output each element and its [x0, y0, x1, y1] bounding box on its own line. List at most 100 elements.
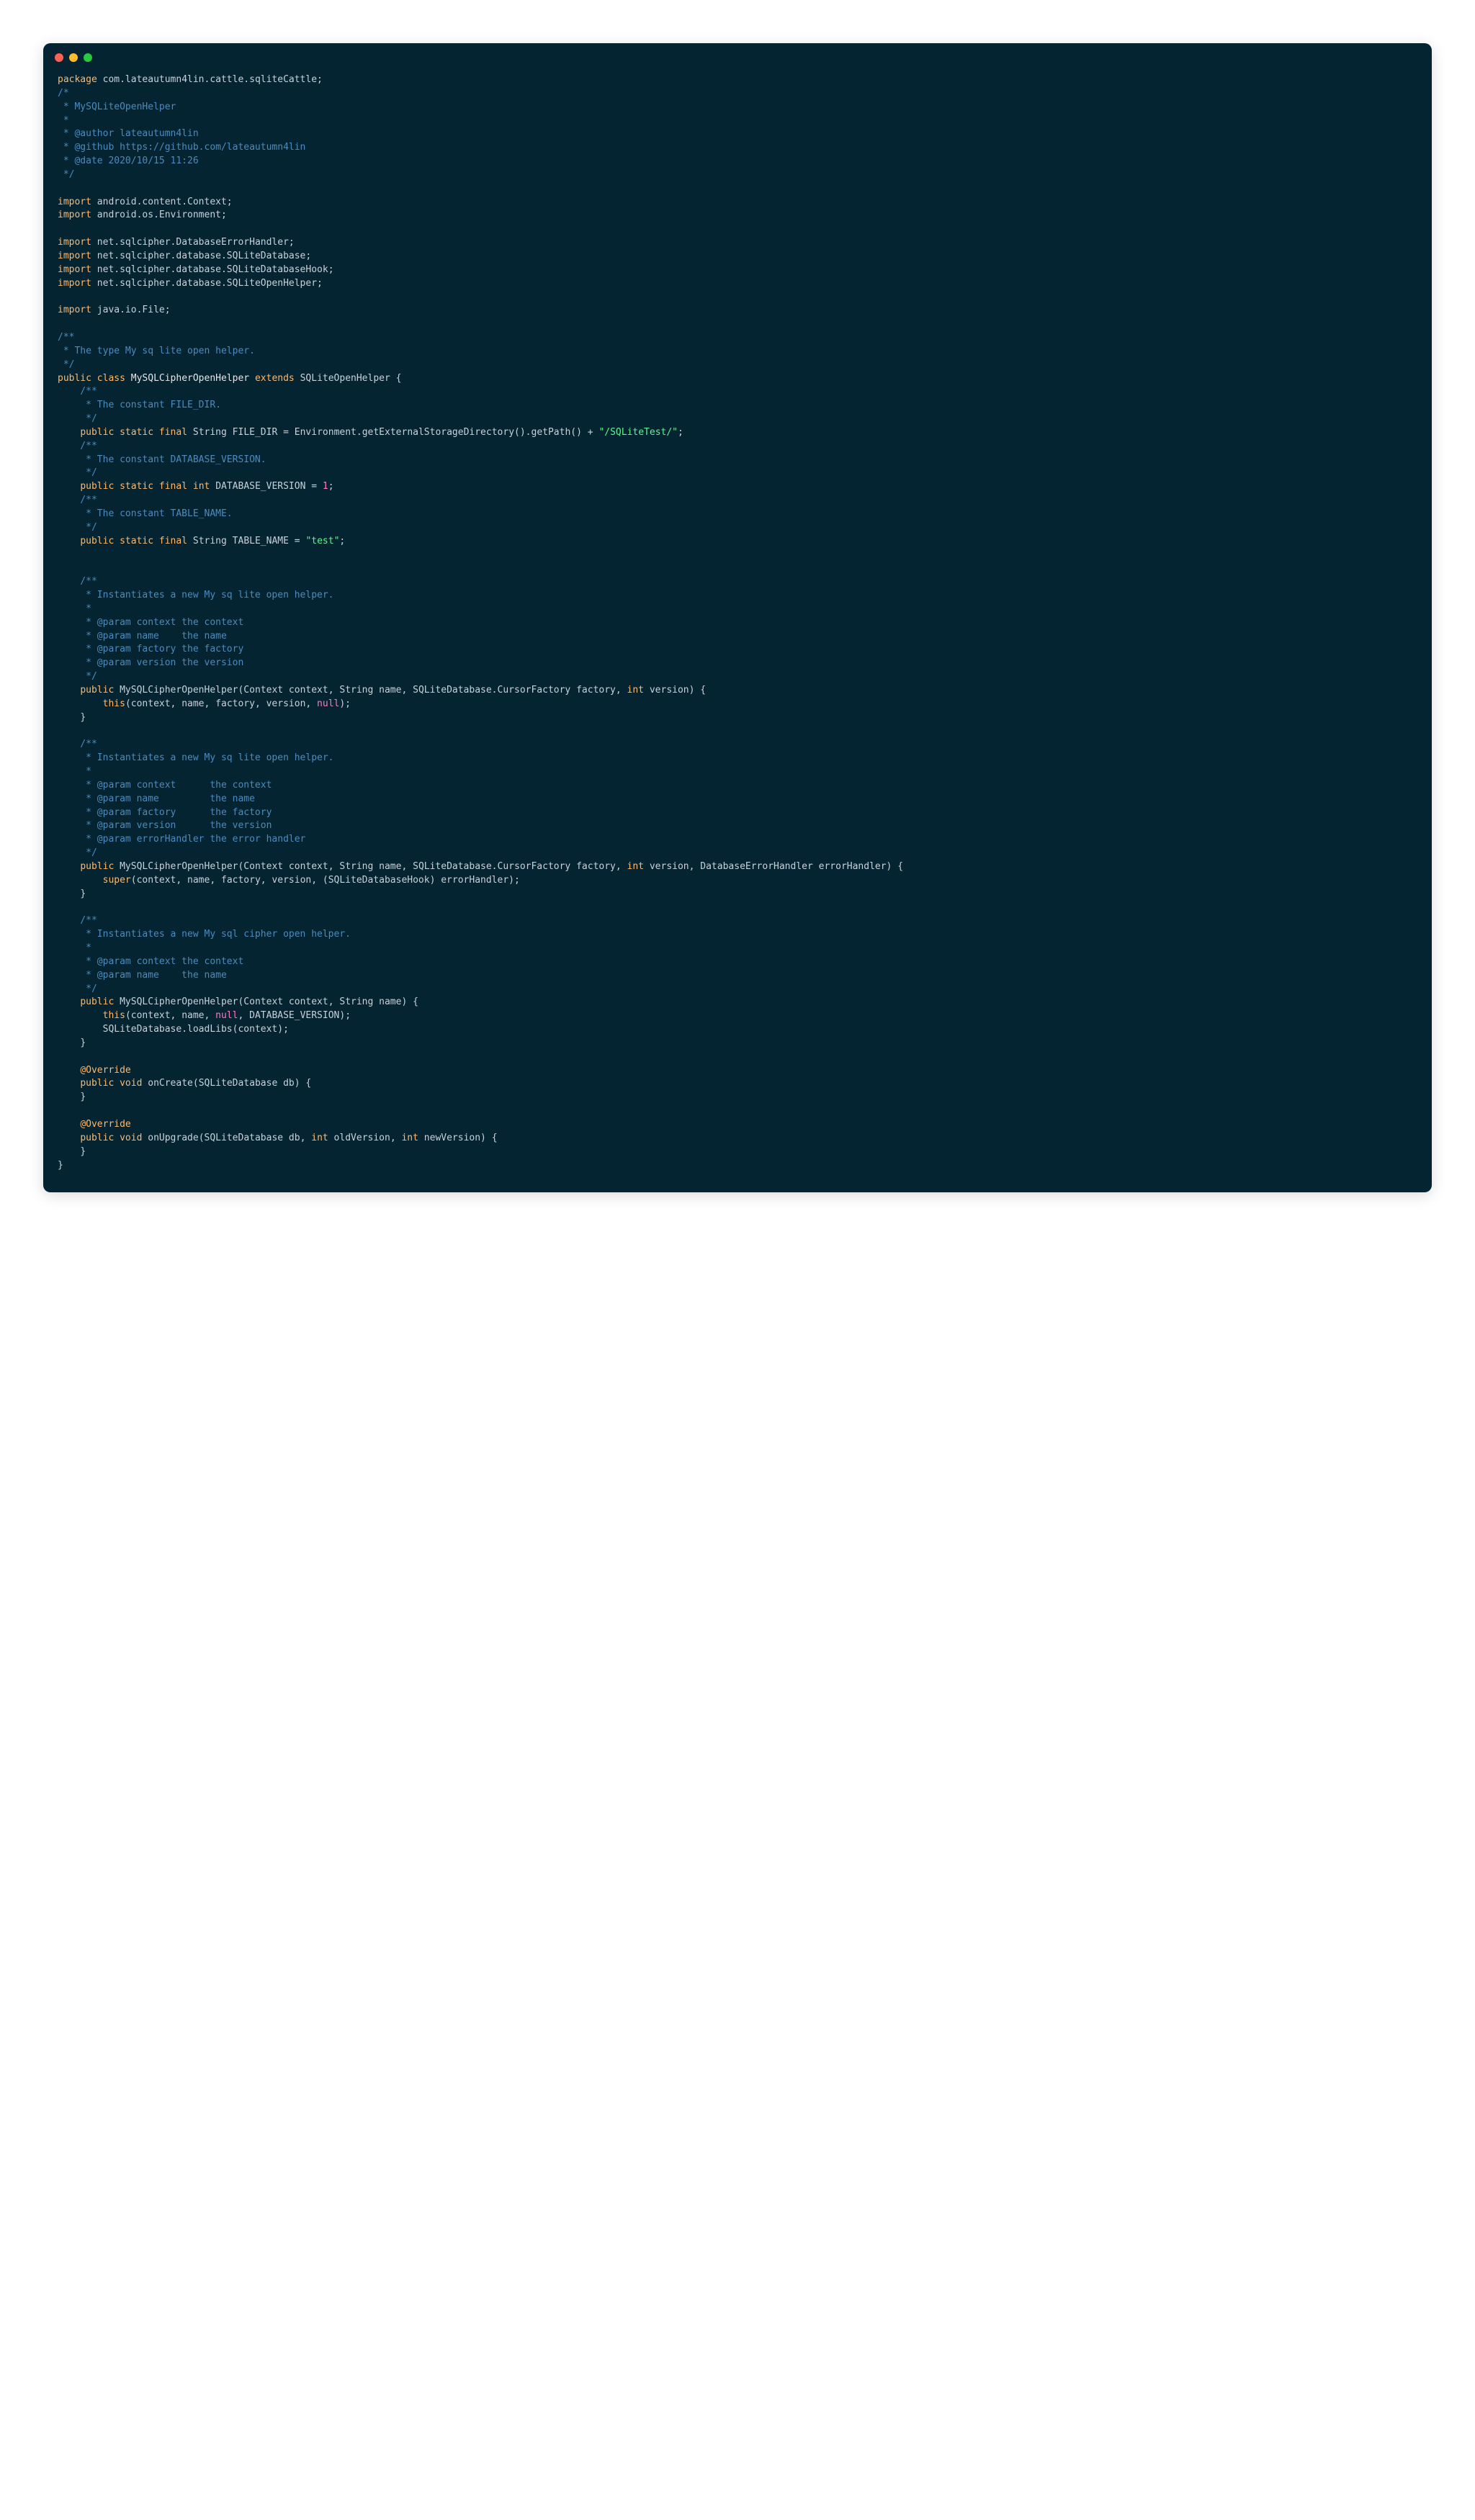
comment: * The constant DATABASE_VERSION. [58, 454, 266, 465]
brace: } [80, 1146, 86, 1157]
comment: * [58, 115, 69, 126]
eq: = [283, 427, 289, 438]
brace: } [80, 888, 86, 899]
comment: * MySQLiteOpenHelper [58, 102, 176, 112]
comment: /** [58, 332, 74, 343]
kw-static: static [120, 481, 153, 492]
kw-super: super [103, 875, 131, 886]
kw-public: public [80, 481, 114, 492]
comment: * @param name the name [58, 631, 227, 642]
kw-public: public [80, 996, 114, 1007]
type-int: int [401, 1133, 418, 1143]
import: net.sqlcipher.database.SQLiteDatabase; [97, 251, 311, 261]
super-class: SQLiteOpenHelper [300, 373, 390, 384]
comment: */ [58, 847, 97, 858]
const-name: FILE_DIR [233, 427, 278, 438]
kw-public: public [58, 373, 91, 384]
kw-final: final [159, 427, 187, 438]
comment: * [58, 942, 91, 953]
comment: * @param name the name [58, 970, 227, 981]
comment: * The constant FILE_DIR. [58, 400, 221, 410]
null-literal: null [317, 698, 339, 709]
kw-void: void [120, 1133, 142, 1143]
kw-import: import [58, 264, 91, 275]
params: (Context context, String name, SQLiteDat… [238, 685, 627, 696]
comment: * The type My sq lite open helper. [58, 346, 255, 356]
kw-extends: extends [255, 373, 295, 384]
comment: */ [58, 169, 74, 180]
maximize-icon[interactable] [84, 53, 92, 62]
comment: /* [58, 88, 69, 99]
params: (Context context, String name, SQLiteDat… [238, 861, 627, 872]
comment: */ [58, 522, 97, 533]
import: java.io.File; [97, 305, 171, 315]
kw-public: public [80, 1133, 114, 1143]
minimize-icon[interactable] [69, 53, 78, 62]
comment: /** [58, 441, 97, 451]
comment: /** [58, 495, 97, 505]
kw-final: final [159, 481, 187, 492]
comment: */ [58, 413, 97, 424]
params: version) { [644, 685, 706, 696]
comment: * @param name the name [58, 793, 255, 804]
kw-import: import [58, 210, 91, 220]
comment: * @param errorHandler the error handler [58, 834, 305, 845]
kw-public: public [80, 685, 114, 696]
string-literal: "/SQLiteTest/" [598, 427, 678, 438]
comment: * @github https://github.com/lateautumn4… [58, 142, 305, 153]
kw-void: void [120, 1078, 142, 1089]
window-titlebar [43, 43, 1432, 66]
comment: * @param context the context [58, 780, 272, 791]
comment: * @param context the context [58, 956, 243, 967]
kw-import: import [58, 237, 91, 248]
params: oldVersion, [328, 1133, 402, 1143]
comment: */ [58, 359, 74, 370]
brace: { [396, 373, 402, 384]
call: SQLiteDatabase.loadLibs(context); [103, 1024, 289, 1035]
call-end: , DATABASE_VERSION); [238, 1010, 351, 1021]
comment: /** [58, 739, 97, 750]
comment: * Instantiates a new My sql cipher open … [58, 929, 351, 940]
ctor-name: MySQLCipherOpenHelper [120, 861, 238, 872]
type-string: String [193, 427, 227, 438]
ctor-name: MySQLCipherOpenHelper [120, 996, 238, 1007]
kw-import: import [58, 278, 91, 289]
type-int: int [193, 481, 210, 492]
type-int: int [627, 685, 644, 696]
expr: Environment.getExternalStorageDirectory(… [295, 427, 593, 438]
semicolon: ; [328, 481, 334, 492]
kw-static: static [120, 427, 153, 438]
kw-public: public [80, 1078, 114, 1089]
kw-final: final [159, 536, 187, 546]
params: version, DatabaseErrorHandler errorHandl… [644, 861, 903, 872]
type-string: String [193, 536, 227, 546]
kw-package: package [58, 74, 97, 85]
close-icon[interactable] [55, 53, 63, 62]
import: net.sqlcipher.database.SQLiteOpenHelper; [97, 278, 323, 289]
code-window: package com.lateautumn4lin.cattle.sqlite… [43, 43, 1432, 1192]
import: android.content.Context; [97, 197, 233, 207]
kw-import: import [58, 197, 91, 207]
eq: = [311, 481, 317, 492]
comment: * @param factory the factory [58, 644, 243, 654]
comment: /** [58, 915, 97, 926]
comment: * @param context the context [58, 617, 243, 628]
comment: * [58, 766, 91, 777]
method-name: onCreate [148, 1078, 193, 1089]
kw-public: public [80, 861, 114, 872]
null-literal: null [215, 1010, 238, 1021]
annotation: @Override [80, 1065, 130, 1076]
semicolon: ; [339, 536, 345, 546]
comment: */ [58, 671, 97, 682]
comment: * Instantiates a new My sq lite open hel… [58, 590, 334, 600]
ctor-name: MySQLCipherOpenHelper [120, 685, 238, 696]
const-name: TABLE_NAME [233, 536, 289, 546]
code-block: package com.lateautumn4lin.cattle.sqlite… [43, 66, 1432, 1192]
comment: * @param version the version [58, 657, 243, 668]
kw-this: this [103, 698, 125, 709]
brace: } [80, 1092, 86, 1102]
kw-this: this [103, 1010, 125, 1021]
comment: * The constant TABLE_NAME. [58, 508, 233, 519]
number-literal: 1 [323, 481, 328, 492]
comment: */ [58, 984, 97, 994]
